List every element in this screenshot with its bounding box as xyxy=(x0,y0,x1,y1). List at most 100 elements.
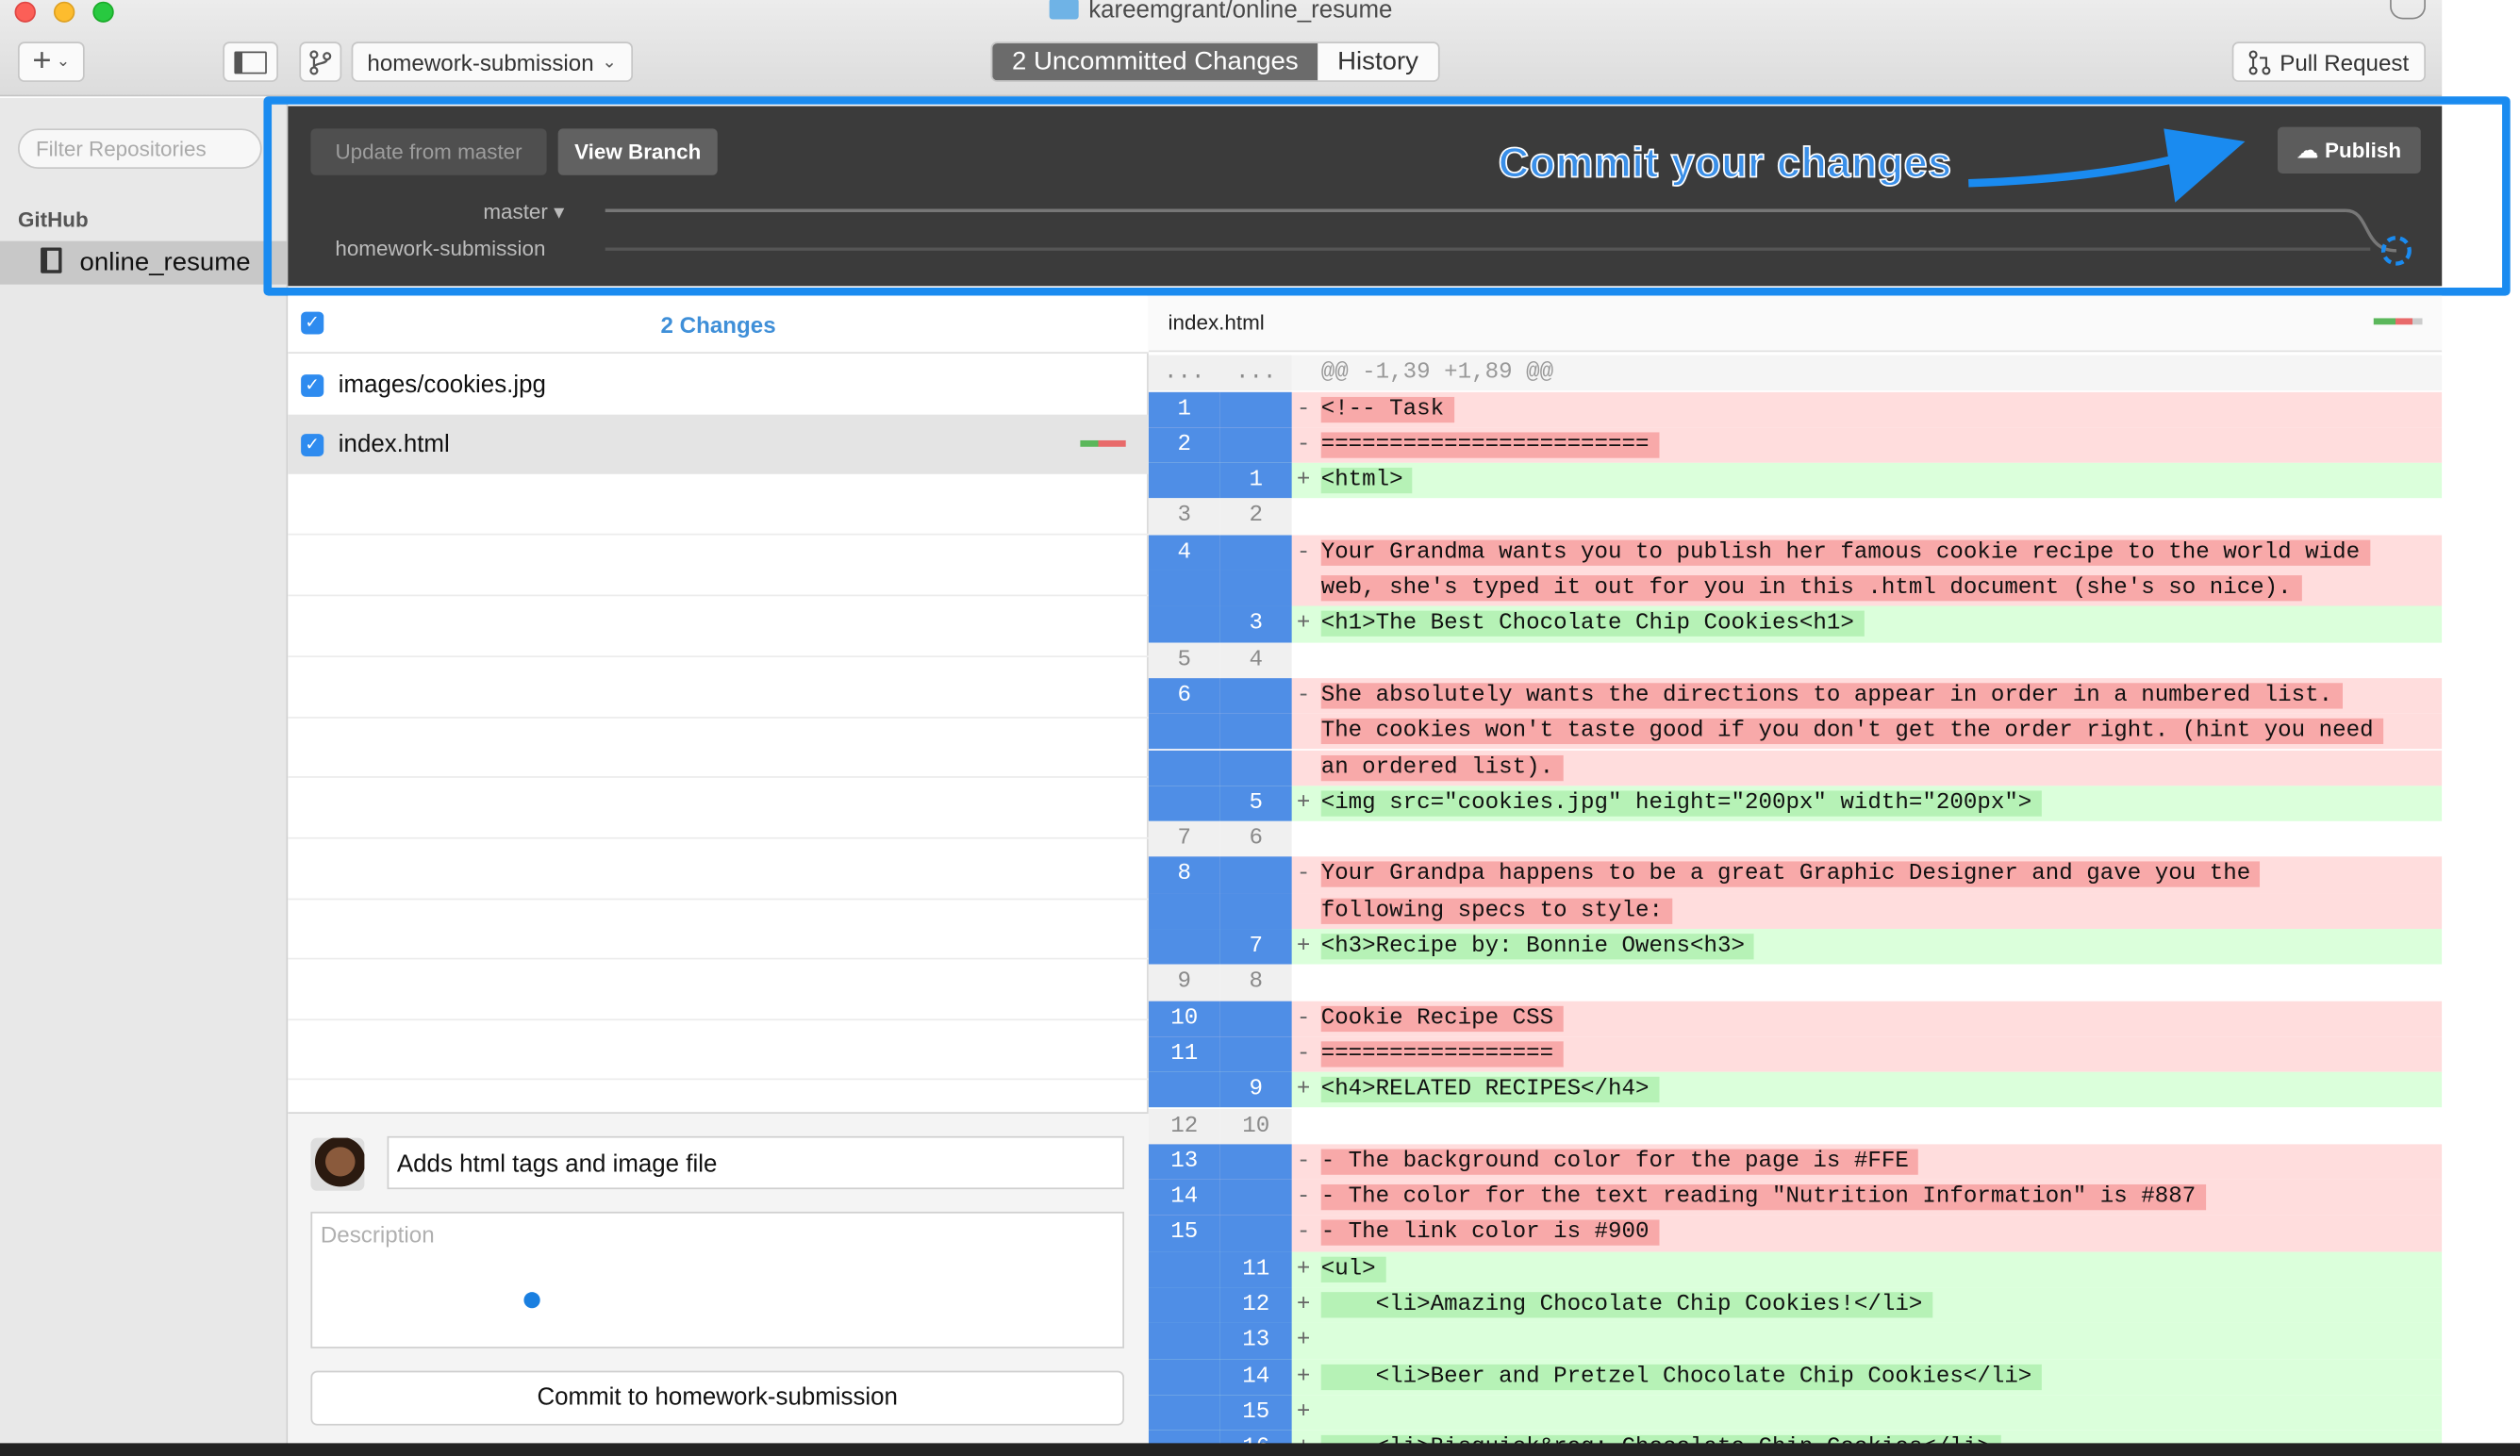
new-line-number: 9 xyxy=(1219,1072,1292,1109)
new-line-number: 11 xyxy=(1219,1251,1292,1288)
diff-header: index.html xyxy=(1148,295,2443,353)
diff-sign: + xyxy=(1296,1256,1311,1282)
diff-line-text: <html> xyxy=(1320,468,1414,494)
diff-line: 15 - - The link color is #900 xyxy=(1148,1216,2443,1252)
new-line-number xyxy=(1219,1144,1292,1181)
new-line-number: 13 xyxy=(1219,1323,1292,1360)
diff-sign: + xyxy=(1296,1328,1311,1354)
new-line-number: 4 xyxy=(1219,641,1292,678)
new-line-number xyxy=(1219,1180,1292,1216)
diff-line: 4 - Your Grandma wants you to publish her … xyxy=(1148,534,2443,571)
sidebar-section-github: GitHub xyxy=(17,207,89,232)
branch-button[interactable] xyxy=(299,41,342,82)
diff-line-text: <li>Amazing Chocolate Chip Cookies!</li> xyxy=(1320,1292,1932,1318)
old-line-number: 9 xyxy=(1148,965,1220,1001)
old-line-number: 7 xyxy=(1148,821,1220,858)
list-item[interactable]: ✓ index.html xyxy=(288,414,1149,474)
diff-line: 32 xyxy=(1148,498,2443,535)
new-line-number xyxy=(1219,426,1292,463)
old-line-number: 10 xyxy=(1148,1001,1220,1037)
commit-area: Adds html tags and image file Descriptio… xyxy=(288,1112,1149,1456)
sync-cloud-icon[interactable] xyxy=(2390,0,2426,20)
diff-line-text: - The color for the text reading "Nutrit… xyxy=(1320,1184,2206,1211)
tab-history[interactable]: History xyxy=(1318,43,1438,81)
old-line-number: 5 xyxy=(1148,641,1220,678)
diff-line: 76 xyxy=(1148,821,2443,858)
old-line-number xyxy=(1148,1287,1220,1324)
diff-line: 12 10 xyxy=(1148,1108,2443,1145)
diff-line: 14 - - The color for the text reading "Nut… xyxy=(1148,1180,2443,1216)
filter-repositories-input[interactable]: Filter Repositories xyxy=(17,128,262,169)
file-checkbox[interactable]: ✓ xyxy=(301,374,324,397)
tab-uncommitted-changes[interactable]: 2 Uncommitted Changes xyxy=(992,43,1318,81)
window-title: kareemgrant/online_resume xyxy=(0,0,2442,25)
diff-line-text: an ordered list). xyxy=(1320,754,1564,781)
diff-line: 8 - Your Grandpa happens to be a great Gra… xyxy=(1148,857,2443,894)
new-line-number xyxy=(1219,534,1292,571)
diff-line-text: <!-- Task xyxy=(1320,396,1454,422)
old-line-number: 12 xyxy=(1148,1108,1220,1145)
old-line-number xyxy=(1148,713,1220,750)
diff-line-text: - The link color is #900 xyxy=(1320,1220,1659,1246)
branch-selector-label: homework-submission xyxy=(367,48,594,75)
diff-line: 1 + <html> xyxy=(1148,462,2443,499)
diff-line-text: Cookie Recipe CSS xyxy=(1320,1005,1564,1032)
commit-button[interactable]: Commit to homework-submission xyxy=(310,1370,1124,1426)
diff-line: 2 - ======================== xyxy=(1148,426,2443,463)
old-line-number: 6 xyxy=(1148,677,1220,714)
list-item[interactable]: ✓ images/cookies.jpg xyxy=(288,356,1149,415)
old-line-number: 1 xyxy=(1148,390,1220,427)
new-line-number: 10 xyxy=(1219,1108,1292,1145)
diff-sign: - xyxy=(1296,1005,1311,1032)
diff-sign: - xyxy=(1296,1220,1311,1247)
diff-line-text: <ul> xyxy=(1320,1256,1386,1282)
repo-book-icon xyxy=(41,247,62,273)
changes-count: 2 Changes xyxy=(660,311,776,338)
old-line-number: 3 xyxy=(1148,498,1220,535)
commit-description-input[interactable]: Description xyxy=(310,1211,1124,1348)
diff-line-text: <li>Beer and Pretzel Chocolate Chip Cook… xyxy=(1320,1364,2042,1390)
sidebar xyxy=(0,97,289,1456)
sidebar-item-online-resume[interactable]: online_resume xyxy=(0,240,289,285)
old-line-number xyxy=(1148,750,1220,786)
changes-header: ✓ 2 Changes xyxy=(288,295,1149,354)
pull-request-icon xyxy=(2249,49,2271,74)
pull-request-label: Pull Request xyxy=(2280,48,2410,75)
description-placeholder: Description xyxy=(320,1221,435,1248)
annotation-arrow-icon xyxy=(1968,128,2246,203)
diff-line-text: - The background color for the page is #… xyxy=(1320,1149,1919,1175)
diff-line-text: She absolutely wants the directions to a… xyxy=(1320,683,2343,709)
diff-line-text: <h3>Recipe by: Bonnie Owens<h3> xyxy=(1320,934,1755,960)
new-line-number xyxy=(1219,893,1292,930)
toolbar: kareemgrant/online_resume + ⌄ homework-su… xyxy=(0,0,2443,97)
diff-line: 3 + <h1>The Best Chocolate Chip Cookies<h1… xyxy=(1148,605,2443,642)
old-line-number xyxy=(1148,786,1220,822)
diff-line: 6 - She absolutely wants the directions to… xyxy=(1148,677,2443,714)
file-checkbox[interactable]: ✓ xyxy=(301,434,324,456)
commit-summary-input[interactable]: Adds html tags and image file xyxy=(387,1135,1124,1190)
github-desktop-window: kareemgrant/online_resume + ⌄ homework-su… xyxy=(0,0,2520,1456)
plus-icon: + xyxy=(32,43,52,79)
diff-sign: - xyxy=(1296,862,1311,888)
new-line-number: 15 xyxy=(1219,1395,1292,1431)
new-line-number: 14 xyxy=(1219,1359,1292,1396)
old-line-number: 14 xyxy=(1148,1180,1220,1216)
old-line-number xyxy=(1148,929,1220,966)
new-line-number: 2 xyxy=(1219,498,1292,535)
diff-line-text: The cookies won't taste good if you don'… xyxy=(1320,719,2383,745)
old-line-number xyxy=(1148,1251,1220,1288)
toggle-sidebar-button[interactable] xyxy=(223,41,278,82)
branch-icon xyxy=(309,49,332,74)
branch-selector[interactable]: homework-submission ⌄ xyxy=(351,41,634,82)
diff-line: 10 - Cookie Recipe CSS xyxy=(1148,1001,2443,1037)
add-button[interactable]: + ⌄ xyxy=(17,41,85,82)
new-line-number: 8 xyxy=(1219,965,1292,1001)
diff-sign: + xyxy=(1296,1077,1311,1103)
diff-sign: + xyxy=(1296,468,1311,494)
new-line-number: 7 xyxy=(1219,929,1292,966)
diff-line: 11 + <ul> xyxy=(1148,1251,2443,1288)
diff-line: 13 - - The background color for the page i… xyxy=(1148,1144,2443,1181)
diff-line: 15 + xyxy=(1148,1395,2443,1431)
pull-request-button[interactable]: Pull Request xyxy=(2231,41,2426,82)
old-line-number: 11 xyxy=(1148,1036,1220,1073)
